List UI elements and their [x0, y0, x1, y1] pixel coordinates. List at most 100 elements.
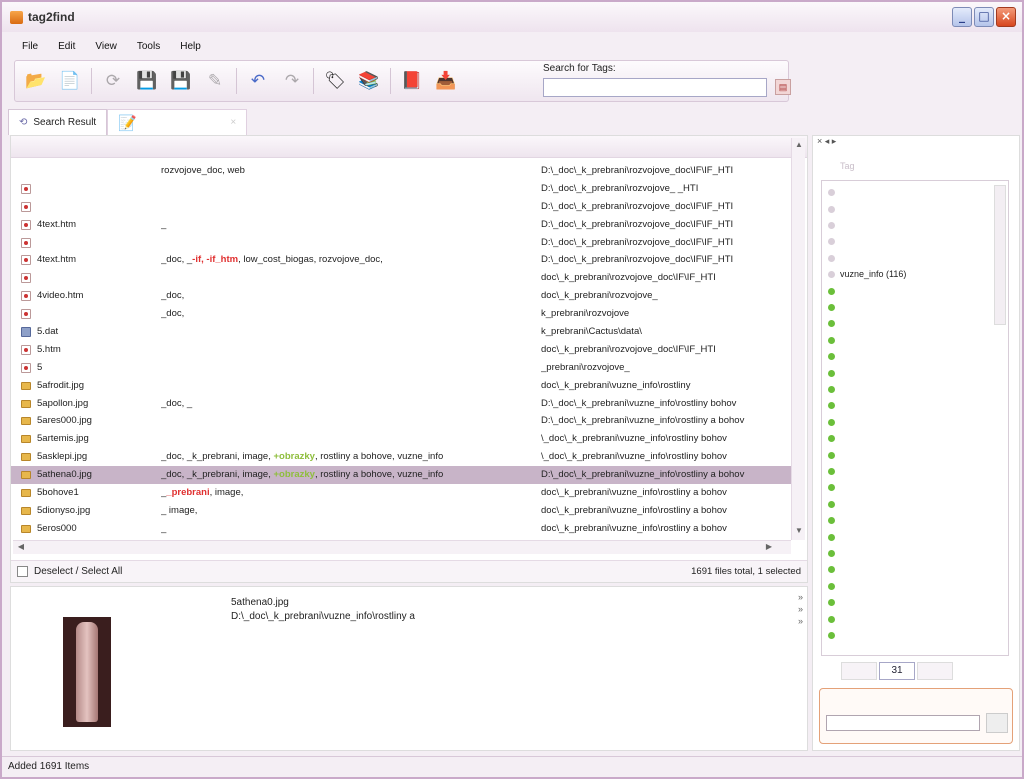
tag-item[interactable]	[828, 302, 840, 312]
tag-item[interactable]	[828, 581, 840, 591]
file-row[interactable]: D:\_doc\_k_prebrani\rozvojove_doc\IF\IF_…	[11, 198, 791, 216]
file-count: 1691 files total, 1 selected	[691, 566, 801, 577]
tag-item[interactable]	[828, 482, 840, 492]
file-row[interactable]: D:\_doc\_k_prebrani\rozvojove_ _HTI	[11, 180, 791, 198]
file-row[interactable]: _doc, k_prebrani\rozvojove	[11, 305, 791, 323]
file-row[interactable]: 4text.htm _doc, _-if, -if_htm, low_cost_b…	[11, 251, 791, 269]
tag-bullet-icon	[828, 549, 835, 557]
file-row[interactable]: 5.htm doc\_k_prebrani\rozvojove_doc\IF\IF…	[11, 341, 791, 359]
tag-item[interactable]	[828, 548, 840, 558]
tag-item[interactable]	[828, 499, 840, 509]
save-all-icon[interactable]: 💾	[166, 66, 196, 96]
tag-item[interactable]	[828, 449, 840, 459]
statue-image	[76, 622, 98, 722]
file-row[interactable]: 5eros000 _ doc\_k_prebrani\vuzne_info\rost…	[11, 520, 791, 538]
html-file-icon	[21, 237, 31, 248]
open-folder-icon[interactable]: 📂	[21, 66, 51, 96]
tag-item[interactable]	[828, 515, 840, 525]
new-document-icon[interactable]: 📄	[55, 66, 85, 96]
tag-item[interactable]	[828, 531, 840, 541]
search-input[interactable]	[543, 78, 767, 97]
close-button[interactable]: ×	[996, 7, 1016, 27]
file-row[interactable]: 5apollon.jpg _doc, _ D:\_doc\_k_prebrani\v…	[11, 395, 791, 413]
save-icon[interactable]: 💾	[132, 66, 162, 96]
tag-item[interactable]	[828, 417, 840, 427]
file-row[interactable]: 5.dat k_prebrani\Cactus\data\	[11, 323, 791, 341]
menu-edit[interactable]: Edit	[48, 39, 85, 54]
file-row[interactable]: doc\_k_prebrani\rozvojove_doc\IF\IF_HTI	[11, 269, 791, 287]
import-icon[interactable]: 📥	[431, 66, 461, 96]
file-list-vscroll[interactable]: ▲ ▼	[791, 138, 805, 540]
scroll-right-icon[interactable]: ▶	[763, 542, 775, 554]
column-headers	[11, 136, 807, 158]
file-list-hscroll[interactable]: ◀ ▶	[13, 540, 791, 554]
file-row[interactable]: 4text.htm _ D:\_doc\_k_prebrani\rozvojove_…	[11, 216, 791, 234]
tag-item[interactable]: vuzne_info (116)	[828, 269, 906, 279]
deselect-select-all-label[interactable]: Deselect / Select All	[34, 566, 122, 577]
search-go-button[interactable]: ▤	[775, 79, 791, 95]
tag-pane-controls[interactable]: × ◂ ▸	[813, 136, 1019, 152]
file-row[interactable]: 5dionyso.jpg _ image, doc\_k_prebrani\vuzn…	[11, 502, 791, 520]
tag-item[interactable]	[828, 187, 840, 197]
scroll-up-icon[interactable]: ▲	[793, 140, 805, 152]
tag-pane-tab[interactable]	[841, 662, 877, 680]
tag-item[interactable]	[828, 335, 840, 345]
tag-item[interactable]	[828, 285, 840, 295]
select-all-checkbox[interactable]	[17, 566, 28, 577]
tag-item[interactable]	[828, 351, 840, 361]
export-icon[interactable]: 📕	[397, 66, 427, 96]
menu-tools[interactable]: Tools	[127, 39, 170, 54]
scroll-left-icon[interactable]: ◀	[15, 542, 27, 554]
file-row[interactable]: 5afrodit.jpg doc\_k_prebrani\vuzne_info\r…	[11, 377, 791, 395]
menu-view[interactable]: View	[85, 39, 127, 54]
tag-item[interactable]	[828, 253, 840, 263]
file-row[interactable]: 5ares000.jpg D:\_doc\_k_prebrani\vuzne_in…	[11, 412, 791, 430]
tags-icon[interactable]: 📚	[354, 66, 384, 96]
tag-bullet-icon	[828, 533, 835, 541]
tag-item[interactable]	[828, 597, 840, 607]
tag-item[interactable]	[828, 433, 840, 443]
file-row[interactable]: D:\_doc\_k_prebrani\rozvojove_doc\IF\IF_…	[11, 234, 791, 252]
scroll-down-icon[interactable]: ▼	[793, 526, 805, 538]
tag-item[interactable]	[828, 613, 840, 623]
minimize-button[interactable]: _	[952, 7, 972, 27]
maximize-button[interactable]: □	[974, 7, 994, 27]
file-row[interactable]: 5bohove1 __prebrani, image, doc\_k_prebra…	[11, 484, 791, 502]
preview-nav-icon[interactable]: »»»	[798, 591, 803, 627]
file-row[interactable]: rozvojove_doc, web D:\_doc\_k_prebrani\ro…	[11, 162, 791, 180]
tag-item[interactable]	[828, 236, 840, 246]
file-row[interactable]: 5artemis.jpg \_doc\_k_prebrani\vuzne_info…	[11, 430, 791, 448]
file-row[interactable]: 5athena0.jpg _doc, _k_prebrani, image, +o…	[11, 466, 791, 485]
tab-tag-editor[interactable]: 📝 ×	[107, 109, 248, 135]
undo-icon[interactable]: ↶	[243, 66, 273, 96]
file-row[interactable]: 5 _prebrani\rozvojove_	[11, 359, 791, 377]
redo-icon[interactable]: ↷	[277, 66, 307, 96]
tag-icon[interactable]: 🏷	[320, 66, 350, 96]
tag-item[interactable]	[828, 220, 840, 230]
tag-pane-tab[interactable]: 31	[879, 662, 915, 680]
tag-item[interactable]	[828, 384, 840, 394]
tag-pane-tab[interactable]	[917, 662, 953, 680]
refresh-icon[interactable]: ⟳	[98, 66, 128, 96]
tag-item[interactable]	[828, 318, 840, 328]
new-tag-input[interactable]	[826, 715, 980, 731]
tab-search-result[interactable]: ⟲ Search Result	[8, 109, 108, 135]
tag-item[interactable]	[828, 466, 840, 476]
menu-file[interactable]: File	[12, 39, 48, 54]
tag-item[interactable]	[828, 630, 840, 640]
menu-help[interactable]: Help	[170, 39, 211, 54]
tag-item[interactable]	[828, 564, 840, 574]
tag-bullet-icon	[828, 418, 835, 426]
image-file-icon	[21, 524, 31, 533]
tag-item[interactable]	[828, 367, 840, 377]
tab-close-icon[interactable]: ×	[230, 117, 236, 128]
tag-list-scrollbar[interactable]	[994, 185, 1006, 325]
file-row[interactable]: 4video.htm _doc, doc\_k_prebrani\rozvojove…	[11, 287, 791, 305]
tag-item[interactable]	[828, 203, 840, 213]
tag-bullet-icon	[828, 500, 835, 508]
tag-item[interactable]	[828, 400, 840, 410]
file-name: 5apollon.jpg	[37, 397, 89, 409]
edit-icon[interactable]: ✎	[200, 66, 230, 96]
new-tag-button[interactable]	[986, 713, 1008, 733]
file-row[interactable]: 5asklepi.jpg _doc, _k_prebrani, image, +o…	[11, 448, 791, 466]
